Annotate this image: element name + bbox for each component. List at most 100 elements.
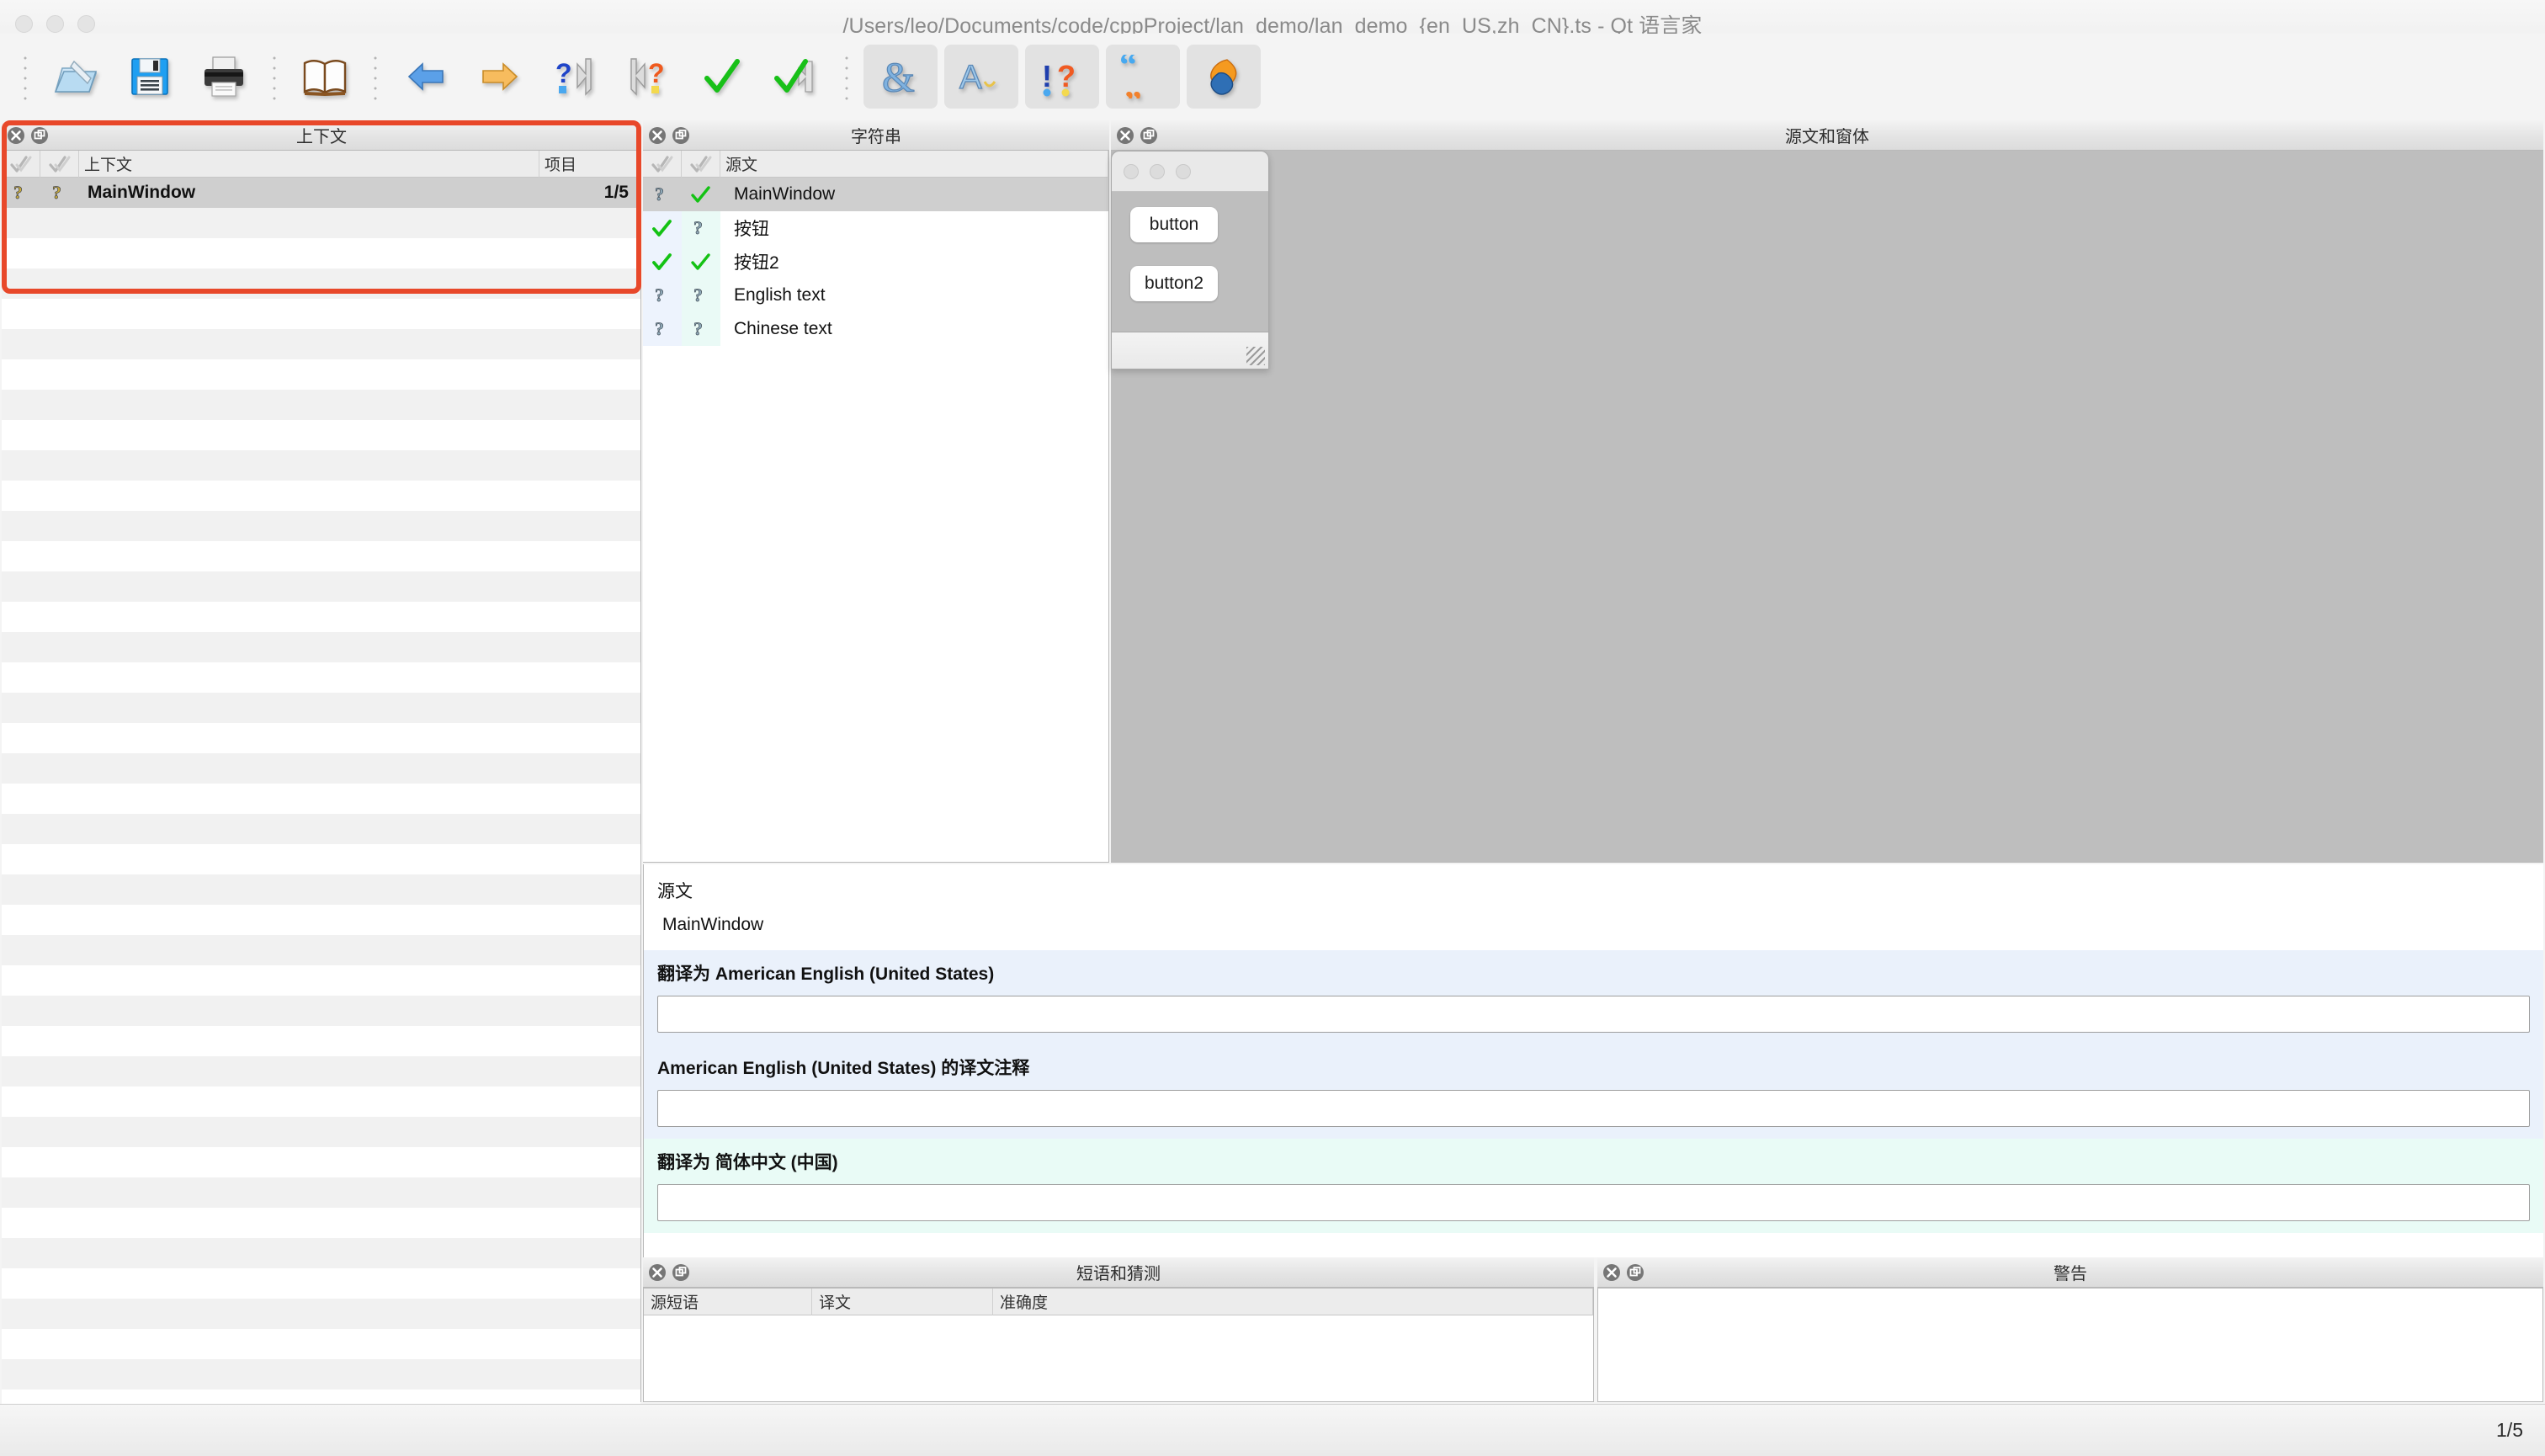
phrases-col-accuracy[interactable]: 准确度 (993, 1289, 1593, 1315)
string-source-text: English text (720, 285, 1108, 306)
done-and-next-button[interactable] (685, 45, 759, 109)
close-icon[interactable] (648, 126, 667, 145)
context-panel-header: 上下文 (2, 120, 641, 151)
table-row[interactable]: ? ? MainWindow 1/5 (2, 178, 640, 208)
translation-en-section: 翻译为 American English (United States) (644, 950, 2543, 1044)
list-item[interactable]: ? MainWindow (643, 178, 1108, 211)
warnings-content[interactable] (1597, 1288, 2543, 1402)
phrase-matches-button[interactable]: “ „ (1106, 45, 1180, 109)
context-col-items[interactable]: 项目 (539, 151, 640, 178)
phrases-panel-header-buttons[interactable] (648, 1263, 690, 1282)
translation-zh-input[interactable] (657, 1184, 2530, 1221)
close-icon[interactable] (7, 126, 25, 145)
floppy-save-icon (129, 56, 171, 98)
preview-window-titlebar (1112, 151, 1268, 192)
phrases-table: 源短语 译文 准确度 (643, 1288, 1594, 1402)
context-panel-title: 上下文 (2, 123, 641, 147)
string-source-text: MainWindow (720, 184, 1108, 205)
float-icon[interactable] (1140, 126, 1158, 145)
forms-panel-header-buttons[interactable] (1116, 126, 1158, 145)
open-file-button[interactable] (39, 45, 113, 109)
float-icon[interactable] (1626, 1263, 1644, 1282)
list-item[interactable]: ? ? Chinese text (643, 312, 1108, 346)
string-source-text: Chinese text (720, 319, 1108, 339)
string-status-a-icon: ? (643, 279, 682, 312)
context-col-status-b[interactable] (40, 151, 79, 178)
list-item[interactable]: 按钮2 (643, 245, 1108, 279)
svg-text:?: ? (693, 217, 703, 238)
preview-close-button[interactable] (1124, 164, 1139, 179)
translation-zh-section: 翻译为 简体中文 (中国) (644, 1139, 2543, 1233)
row-status-b-icon: ? (40, 178, 79, 208)
preview-button-2[interactable]: button2 (1130, 266, 1218, 301)
next-unfinished-button[interactable]: ? (611, 45, 685, 109)
string-status-b-icon (682, 178, 720, 211)
strings-panel-title: 字符串 (643, 123, 1109, 147)
float-icon[interactable] (672, 1263, 690, 1282)
arrow-right-icon (480, 56, 520, 97)
close-icon[interactable] (1602, 1263, 1621, 1282)
toolbar-separator (273, 53, 276, 100)
done-next-alt-button[interactable] (759, 45, 833, 109)
context-col-status-a[interactable] (2, 151, 40, 178)
form-preview-window[interactable]: button button2 (1111, 151, 1269, 369)
svg-text:?: ? (655, 183, 664, 205)
preview-minimize-button[interactable] (1150, 164, 1165, 179)
context-dock-panel: 上下文 上下文 项目 ? ? MainWindow (2, 120, 641, 1402)
next-button[interactable] (463, 45, 537, 109)
forms-panel-header: 源文和窗体 (1111, 120, 2543, 151)
svg-text:!: ! (1042, 59, 1052, 93)
prev-button[interactable] (389, 45, 463, 109)
forms-preview-area: button button2 (1111, 151, 2543, 863)
string-source-text: 按钮 (720, 215, 1108, 241)
open-phrase-book-button[interactable] (288, 45, 362, 109)
context-panel-header-buttons[interactable] (7, 126, 49, 145)
svg-text:?: ? (1057, 59, 1076, 93)
translation-zh-label: 翻译为 简体中文 (中国) (657, 1149, 2530, 1174)
print-button[interactable] (187, 45, 261, 109)
phrases-panel-header: 短语和猜测 (643, 1257, 1594, 1288)
arrow-left-icon (406, 56, 446, 97)
list-item[interactable]: ? ? English text (643, 279, 1108, 312)
place-marker-matches-button[interactable] (1187, 45, 1261, 109)
next-unfinished-icon: ? (626, 56, 670, 98)
string-status-b-icon: ? (682, 211, 720, 245)
warnings-dock-panel: 警告 (1597, 1257, 2543, 1402)
row-item-count: 1/5 (539, 178, 640, 208)
prev-unfinished-icon: ? (552, 56, 596, 98)
string-status-b-icon: ? (682, 279, 720, 312)
accelerators-button[interactable]: & (863, 45, 938, 109)
save-file-button[interactable] (113, 45, 187, 109)
translation-en-input[interactable] (657, 996, 2530, 1033)
float-icon[interactable] (672, 126, 690, 145)
string-status-a-icon: ? (643, 178, 682, 211)
svg-text:?: ? (13, 182, 23, 203)
comment-en-input[interactable] (657, 1090, 2530, 1127)
svg-text:?: ? (648, 58, 665, 88)
surrounding-whitespace-button[interactable]: A (944, 45, 1018, 109)
context-col-context[interactable]: 上下文 (79, 151, 539, 178)
strings-col-status-a[interactable] (643, 151, 682, 178)
progress-indicator: 1/5 (2496, 1419, 2523, 1442)
phrases-col-translation[interactable]: 译文 (812, 1289, 993, 1315)
strings-panel-header-buttons[interactable] (648, 126, 690, 145)
main-toolbar: ? ? (0, 34, 2545, 120)
prev-unfinished-button[interactable]: ? (537, 45, 611, 109)
svg-text:?: ? (555, 58, 572, 88)
preview-button-1[interactable]: button (1130, 207, 1218, 242)
resize-grip-icon[interactable] (1246, 347, 1265, 365)
list-item[interactable]: ? 按钮 (643, 211, 1108, 245)
forms-panel-title: 源文和窗体 (1111, 123, 2543, 147)
float-icon[interactable] (30, 126, 49, 145)
preview-maximize-button[interactable] (1176, 164, 1191, 179)
close-icon[interactable] (1116, 126, 1134, 145)
ending-punctuation-button[interactable]: ! ? (1025, 45, 1099, 109)
preview-statusbar (1112, 332, 1268, 369)
warnings-panel-header-buttons[interactable] (1602, 1263, 1644, 1282)
svg-text:A: A (959, 59, 982, 96)
phrases-col-source[interactable]: 源短语 (644, 1289, 812, 1315)
strings-col-status-b[interactable] (682, 151, 720, 178)
close-icon[interactable] (648, 1263, 667, 1282)
string-status-a-icon (643, 245, 682, 279)
strings-col-source[interactable]: 源文 (720, 151, 1108, 178)
